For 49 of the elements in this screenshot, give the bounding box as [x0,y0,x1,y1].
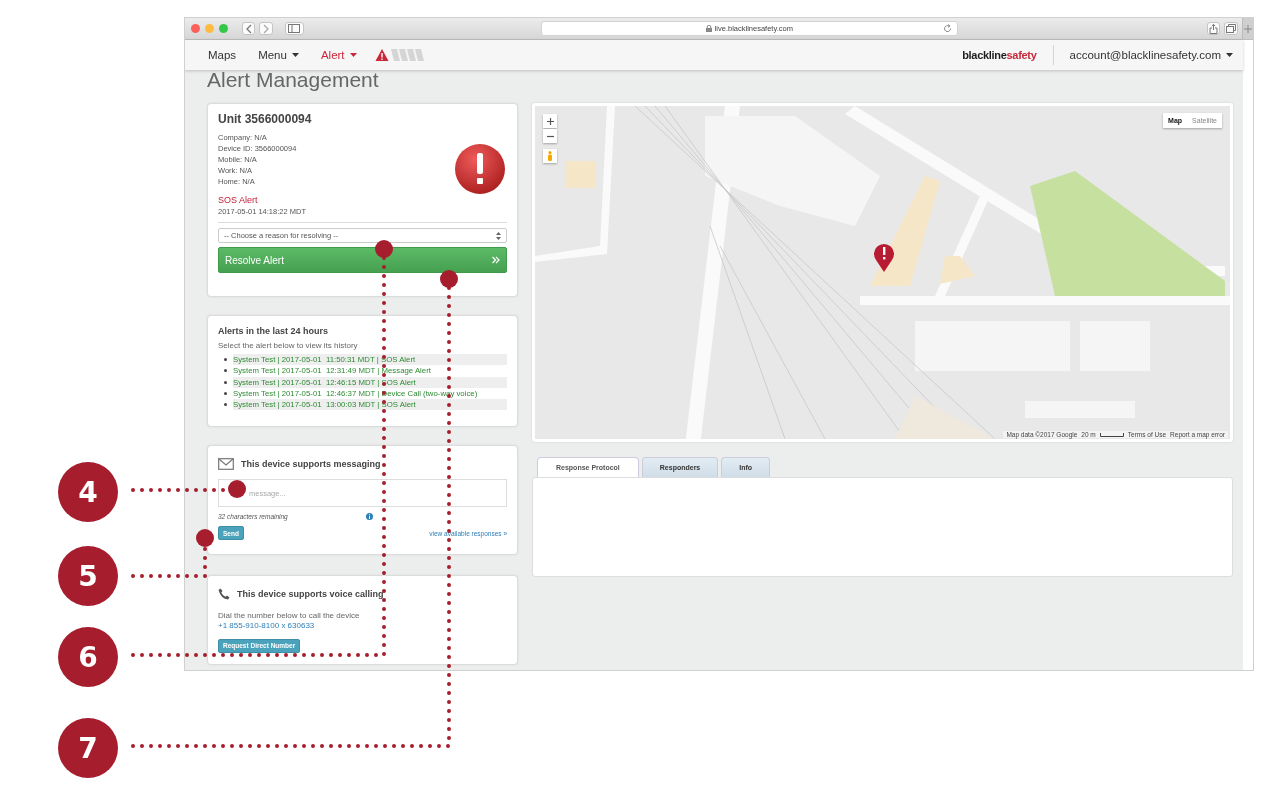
bullet-icon [224,380,227,384]
bullet-icon [224,358,227,362]
person-icon [547,151,553,161]
map-pin-icon[interactable] [873,242,895,272]
alert-status-icon [374,48,427,62]
bullet-icon [224,392,227,396]
card-title: Alerts in the last 24 hours [218,326,330,336]
back-button[interactable] [242,22,256,35]
scale-bar-icon [1099,432,1124,437]
caret-icon [349,53,357,57]
close-icon[interactable] [191,24,200,33]
info-icon[interactable] [365,513,373,520]
forward-button[interactable] [259,22,273,35]
tabs-button[interactable] [1224,22,1238,35]
brand-logo: blacklinesafety [962,49,1037,61]
updown-arrows-icon [496,231,501,240]
nav-menu[interactable]: Menu [258,49,299,61]
alert-icon [453,142,507,197]
nav-link[interactable]: Maps [208,49,237,61]
phone-number-link[interactable]: +1 855-910-8100 x 630633 [218,621,507,630]
lock-icon [705,25,712,32]
alert-type: SOS Alert [218,194,259,206]
step-number: 4 [58,462,118,522]
sidebar-button[interactable] [284,22,304,35]
page-title: Alert Management [207,67,380,93]
account-menu[interactable]: account@blacklinesafety.com [1069,49,1233,61]
caret-icon [291,53,299,57]
card-title: This device supports voice calling [237,589,384,599]
step-number: 7 [58,718,118,778]
reload-icon[interactable] [942,24,952,33]
unit-title: Unit 3566000094 [218,112,312,126]
chevrons-icon [492,256,500,264]
envelope-icon [218,458,234,470]
hint-text: Dial the number below to call the device [218,611,361,620]
hint-text: Select the alert below to view its history [218,341,359,350]
step-number: 6 [58,627,118,687]
zoom-out-button[interactable] [543,129,557,143]
caret-icon [1226,53,1233,57]
alert-menu[interactable]: Alert [320,49,357,61]
bullet-icon [224,369,227,373]
plus-icon [546,117,554,125]
step-number: 5 [58,546,118,606]
zoom-in-button[interactable] [543,114,557,128]
phone-icon [218,588,230,600]
plus-icon [1243,24,1252,33]
share-button[interactable] [1206,22,1221,35]
card-title: This device supports messaging [241,459,381,469]
resolve-button[interactable]: Resolve Alert [218,247,507,273]
bullet-icon [224,403,227,407]
